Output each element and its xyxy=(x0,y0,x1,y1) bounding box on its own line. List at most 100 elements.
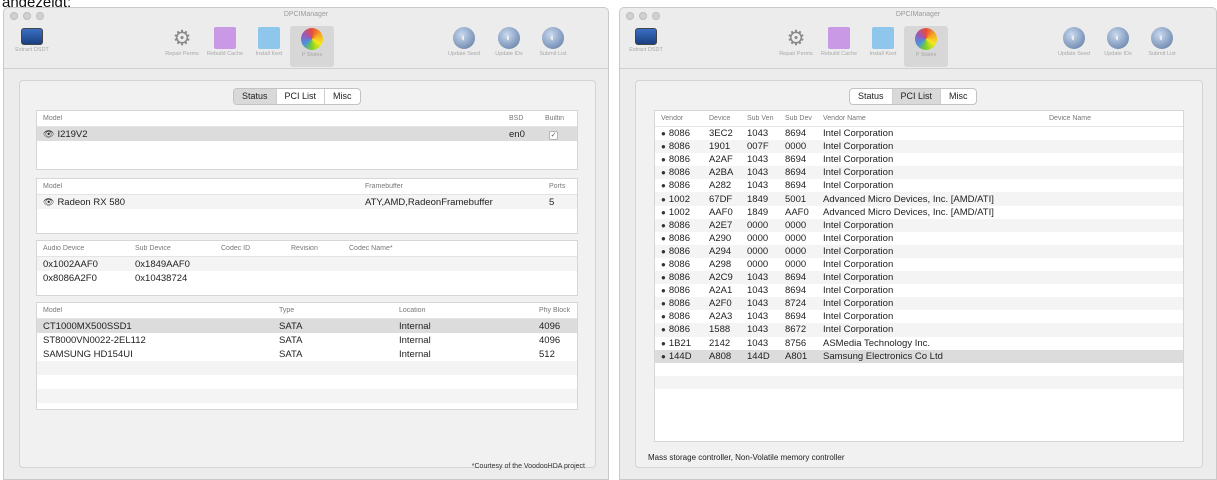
status-panel: Status PCI List Misc Model BSD Builtin 👁 I2… xyxy=(19,80,596,470)
builtin-checkbox[interactable]: ✓ xyxy=(549,130,558,140)
toolbar-button-update-ids[interactable]: ◐ Update IDs xyxy=(1096,25,1140,57)
column-header-location[interactable]: Location xyxy=(393,307,533,314)
table-row[interactable]: ● 144D A808 144D A801 Samsung Electronics Co … xyxy=(655,349,1183,363)
toolbar-button-repair-perms[interactable]: ⚙ Repair Perms xyxy=(160,25,204,58)
device-info-icon[interactable]: ● xyxy=(661,195,666,204)
toolbar-button-label: Extract DSDT xyxy=(629,47,663,53)
table-row[interactable]: CT1000MX500SSD1 SATA Internal 4096 xyxy=(37,319,577,333)
toolbar-button-submit-list[interactable]: ◐ Submit List xyxy=(531,25,575,57)
column-header-revision[interactable]: Revision xyxy=(285,245,343,252)
device-info-icon[interactable]: ● xyxy=(661,339,666,348)
table-row[interactable]: ● 1B21 2142 1043 8756 ASMedia Technology Inc. xyxy=(655,337,1183,350)
toolbar-button-extract-dsdt[interactable]: Extract DSDT xyxy=(624,25,668,53)
column-header-codec-id[interactable]: Codec ID xyxy=(215,245,285,252)
column-header-device-name[interactable]: Device Name xyxy=(1043,115,1183,122)
device-info-icon[interactable]: ● xyxy=(661,221,666,230)
eye-icon[interactable]: 👁 xyxy=(43,197,54,207)
disk-model: ST8000VN0022-2EL112 xyxy=(43,334,146,346)
toolbar-button-update-seed[interactable]: ◐ Update Seed xyxy=(442,25,486,57)
device-info-icon[interactable]: ● xyxy=(661,260,666,269)
pci-vendor-name: Advanced Micro Devices, Inc. [AMD/ATI] xyxy=(823,193,994,205)
tab-status[interactable]: Status xyxy=(850,89,893,104)
column-header-model[interactable]: Model xyxy=(37,307,273,314)
toolbar-button-update-seed[interactable]: ◐ Update Seed xyxy=(1052,25,1096,57)
device-info-icon[interactable]: ● xyxy=(661,299,666,308)
device-info-icon[interactable]: ● xyxy=(661,286,666,295)
column-header-model[interactable]: Model xyxy=(37,183,359,190)
table-row[interactable]: ● 8086 A2A3 1043 8694 Intel Corporation xyxy=(655,310,1183,323)
column-header-builtin[interactable]: Builtin xyxy=(539,115,577,122)
column-header-sub-dev[interactable]: Sub Dev xyxy=(779,115,817,122)
graphics-table[interactable]: Model Framebuffer Ports 👁 Radeon RX 580 A… xyxy=(36,178,578,234)
table-row[interactable]: ● 1002 67DF 1849 5001 Advanced Micro Devices,… xyxy=(655,192,1183,206)
column-header-ports[interactable]: Ports xyxy=(543,183,577,190)
table-row[interactable]: ● 8086 A2F0 1043 8724 Intel Corporation xyxy=(655,297,1183,311)
device-info-icon[interactable]: ● xyxy=(661,129,666,138)
pci-vendor-name: Intel Corporation xyxy=(823,232,894,244)
table-row[interactable]: ● 8086 3EC2 1043 8694 Intel Corporation xyxy=(655,127,1183,140)
column-header-sub-device[interactable]: Sub Device xyxy=(129,245,215,252)
device-info-icon[interactable]: ● xyxy=(661,181,666,190)
device-info-icon[interactable]: ● xyxy=(661,312,666,321)
table-row[interactable]: ● 8086 1901 007F 0000 Intel Corporation xyxy=(655,140,1183,154)
toolbar-button-label: Rebuild Cache xyxy=(206,51,244,57)
table-row[interactable]: ST8000VN0022-2EL112 SATA Internal 4096 xyxy=(37,333,577,347)
toolbar-button-rebuild-cache[interactable]: Rebuild Cache xyxy=(203,25,247,57)
pci-device-table[interactable]: Vendor Device Sub Ven Sub Dev Vendor Name Dev… xyxy=(654,110,1184,442)
table-row[interactable]: ● 8086 A282 1043 8694 Intel Corporation xyxy=(655,179,1183,192)
table-row[interactable]: ● 8086 A290 0000 0000 Intel Corporation xyxy=(655,232,1183,245)
column-header-type[interactable]: Type xyxy=(273,307,393,314)
device-info-icon[interactable]: ● xyxy=(661,142,666,151)
column-header-model[interactable]: Model xyxy=(37,115,503,122)
toolbar-button-submit-list[interactable]: ◐ Submit List xyxy=(1140,25,1184,57)
column-header-vendor-name[interactable]: Vendor Name xyxy=(817,115,1043,122)
device-info-icon[interactable]: ● xyxy=(661,208,666,217)
storage-table[interactable]: Model Type Location Phy Block CT1000MX50… xyxy=(36,302,578,410)
audio-table[interactable]: Audio Device Sub Device Codec ID Revisio… xyxy=(36,240,578,296)
table-row[interactable]: 👁 Radeon RX 580 ATY,AMD,RadeonFramebuffer… xyxy=(37,195,577,209)
toolbar-button-repair-perms[interactable]: ⚙ Repair Perms xyxy=(774,25,818,58)
column-header-codec-name[interactable]: Codec Name* xyxy=(343,245,577,252)
device-info-icon[interactable]: ● xyxy=(661,273,666,282)
tab-pci-list[interactable]: PCI List xyxy=(892,89,942,104)
table-row[interactable]: ● 1002 AAF0 1849 AAF0 Advanced Micro Devices,… xyxy=(655,206,1183,219)
eye-icon[interactable]: 👁 xyxy=(43,129,54,139)
table-row[interactable]: 👁 I219V2 en0 ✓ xyxy=(37,127,577,141)
table-row[interactable]: ● 8086 A298 0000 0000 Intel Corporation xyxy=(655,258,1183,271)
device-info-icon[interactable]: ● xyxy=(661,168,666,177)
table-row[interactable]: ● 8086 A2C9 1043 8694 Intel Corporation xyxy=(655,271,1183,285)
table-row[interactable]: ● 8086 A2AF 1043 8694 Intel Corporation xyxy=(655,153,1183,166)
column-header-framebuffer[interactable]: Framebuffer xyxy=(359,183,543,190)
table-row[interactable]: 0x1002AAF0 0x1849AAF0 xyxy=(37,257,577,271)
device-info-icon[interactable]: ● xyxy=(661,352,666,361)
table-row[interactable]: SAMSUNG HD154UI SATA Internal 512 xyxy=(37,347,577,361)
tab-misc[interactable]: Misc xyxy=(941,89,976,104)
toolbar-button-install-kext[interactable]: Install Kext xyxy=(247,25,291,57)
column-header-vendor[interactable]: Vendor xyxy=(655,115,703,122)
table-row[interactable]: ● 8086 A2E7 0000 0000 Intel Corporation xyxy=(655,218,1183,232)
toolbar-button-install-kext[interactable]: Install Kext xyxy=(861,25,905,57)
column-header-audio-device[interactable]: Audio Device xyxy=(37,245,129,252)
column-header-device[interactable]: Device xyxy=(703,115,741,122)
toolbar-button-extract-dsdt[interactable]: Extract DSDT xyxy=(10,25,54,53)
network-table[interactable]: Model BSD Builtin 👁 I219V2 en0 ✓ xyxy=(36,110,578,170)
column-header-bsd[interactable]: BSD xyxy=(503,115,539,122)
table-row[interactable]: ● 8086 A2BA 1043 8694 Intel Corporation xyxy=(655,166,1183,180)
tab-misc[interactable]: Misc xyxy=(325,89,360,104)
toolbar-button-rebuild-cache[interactable]: Rebuild Cache xyxy=(817,25,861,57)
column-header-phy-block[interactable]: Phy Block xyxy=(533,307,577,314)
device-info-icon[interactable]: ● xyxy=(661,247,666,256)
table-row[interactable]: 0x8086A2F0 0x10438724 xyxy=(37,271,577,285)
toolbar-button-p-states[interactable]: P States xyxy=(904,26,948,67)
table-row[interactable]: ● 8086 1588 1043 8672 Intel Corporation xyxy=(655,323,1183,337)
table-row[interactable]: ● 8086 A294 0000 0000 Intel Corporation xyxy=(655,244,1183,258)
device-info-icon[interactable]: ● xyxy=(661,155,666,164)
column-header-sub-ven[interactable]: Sub Ven xyxy=(741,115,779,122)
tab-status[interactable]: Status xyxy=(234,89,277,104)
toolbar-button-p-states[interactable]: P States xyxy=(290,26,334,67)
device-info-icon[interactable]: ● xyxy=(661,234,666,243)
tab-pci-list[interactable]: PCI List xyxy=(277,89,326,104)
toolbar-button-update-ids[interactable]: ◐ Update IDs xyxy=(487,25,531,57)
table-row[interactable]: ● 8086 A2A1 1043 8694 Intel Corporation xyxy=(655,284,1183,297)
device-info-icon[interactable]: ● xyxy=(661,325,666,334)
